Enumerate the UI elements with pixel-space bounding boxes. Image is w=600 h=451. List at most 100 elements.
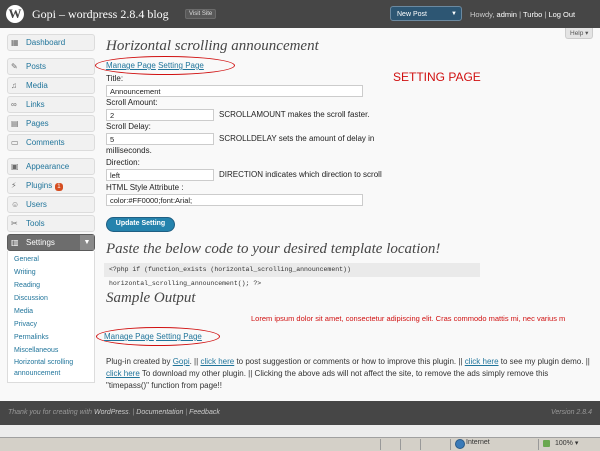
manage-page-link[interactable]: Manage Page [104,332,154,341]
menu-appearance[interactable]: ▣ Appearance [7,158,95,175]
separator: | [519,10,522,19]
menu-plugins[interactable]: ⚡ Plugins 1 [7,177,95,194]
template-code-snippet: <?php if (function_exists (horizontal_sc… [104,263,480,287]
title-input[interactable] [106,85,363,97]
submenu-writing[interactable]: Writing [14,266,94,279]
menu-label: Comments [26,138,65,147]
credits-text: . || [189,357,201,366]
help-button[interactable]: Help ▾ [565,28,594,39]
author-link[interactable]: Gopi [173,357,190,366]
visit-site-button[interactable]: Visit Site [185,9,217,19]
submenu-horizontal-scrolling-announcement[interactable]: Horizontal scrolling announcement [14,357,94,379]
submenu-reading[interactable]: Reading [14,279,94,292]
wordpress-logo-icon[interactable]: W [6,5,24,23]
menu-label: Links [26,100,45,109]
menu-dashboard[interactable]: ▦ Dashboard [7,34,95,51]
username-link[interactable]: admin [497,10,517,19]
setting-page-link[interactable]: Setting Page [156,332,202,341]
menu-links[interactable]: ∞ Links [7,96,95,113]
submenu-miscellaneous[interactable]: Miscellaneous [14,344,94,357]
update-count-badge: 1 [55,183,63,191]
credits-text: Plug-in created by [106,357,173,366]
comment-icon: ▭ [11,138,19,147]
menu-settings[interactable]: ▥ Settings ▼ [7,234,95,251]
site-title[interactable]: Gopi – wordpress 2.8.4 blog [32,7,169,22]
scroll-delay-description-cont: milliseconds. [106,146,152,155]
browser-status-bar: Internet 100% ▾ [0,437,600,451]
chevron-down-icon: ▼ [451,11,457,17]
scroll-delay-label: Scroll Delay: [106,122,151,131]
turbo-link[interactable]: Turbo [523,10,542,19]
credits-text: to see my plugin demo. || [498,357,590,366]
feedback-link[interactable]: Feedback [189,409,220,416]
favorite-actions-dropdown[interactable]: New Post ▼ [390,6,462,21]
menu-label: Users [26,200,47,209]
plugin-credits: Plug-in created by Gopi. || click here t… [106,356,593,392]
menu-label: Dashboard [26,38,66,47]
page-title: Horizontal scrolling announcement [106,38,319,54]
menu-media[interactable]: ♫ Media [7,77,95,94]
style-attribute-label: HTML Style Attribute : [106,183,184,192]
wordpress-link[interactable]: WordPress [94,409,129,416]
sample-output-title: Sample Output [106,290,196,306]
setting-page-link[interactable]: Setting Page [158,61,204,70]
update-setting-button[interactable]: Update Setting [106,217,175,232]
scroll-amount-label: Scroll Amount: [106,98,158,107]
help-label: Help [570,30,584,37]
menu-label: Pages [26,119,49,128]
page-bottom-strip [0,425,600,437]
code-section-title: Paste the below code to your desired tem… [106,241,441,257]
menu-label: Appearance [26,162,70,171]
menu-posts[interactable]: ✎ Posts [7,58,95,75]
manage-page-link[interactable]: Manage Page [106,61,156,70]
scroll-amount-description: SCROLLAMOUNT makes the scroll faster. [219,110,370,119]
security-zone: Internet [466,439,490,446]
user-info: Howdy, admin | Turbo | Log Out [470,10,575,19]
suggestion-link[interactable]: click here [200,357,234,366]
plugin-subnav-top: Manage Page Setting Page [106,61,204,70]
separator: | [544,10,547,19]
submenu-media[interactable]: Media [14,305,94,318]
protected-mode-icon [543,440,550,447]
menu-label: Posts [26,62,47,71]
submenu-general[interactable]: General [14,253,94,266]
submenu-permalinks[interactable]: Permalinks [14,331,94,344]
page-icon: ▤ [11,119,19,128]
scroll-delay-description: SCROLLDELAY sets the amount of delay in [219,134,375,143]
direction-input[interactable] [106,169,214,181]
submenu-privacy[interactable]: Privacy [14,318,94,331]
style-attribute-input[interactable] [106,194,363,206]
settings-icon: ▥ [11,238,19,247]
menu-pages[interactable]: ▤ Pages [7,115,95,132]
version-text: Version 2.8.4 [551,409,592,416]
scroll-delay-input[interactable] [106,133,214,145]
chevron-down-icon[interactable]: ▼ [80,235,94,250]
link-icon: ∞ [11,100,17,109]
credits-text: To download my other plugin. || Clicking… [106,369,549,390]
menu-label: Tools [26,219,45,228]
menu-label: Media [26,81,48,90]
menu-users[interactable]: ☺ Users [7,196,95,213]
admin-footer: Thank you for creating with WordPress. |… [0,401,600,425]
zoom-value: 100% [555,440,573,447]
admin-sidebar: ▦ Dashboard ✎ Posts ♫ Media ∞ Links ▤ Pages ▭… [7,34,95,383]
dashboard-icon: ▦ [11,38,19,47]
footer-credits: Thank you for creating with WordPress. |… [8,409,220,416]
users-icon: ☺ [11,200,20,209]
submenu-discussion[interactable]: Discussion [14,292,94,305]
documentation-link[interactable]: Documentation [136,409,183,416]
zoom-level[interactable]: 100% ▾ [555,439,578,447]
credits-text: to post suggestion or comments or how to… [234,357,465,366]
demo-link[interactable]: click here [465,357,499,366]
menu-comments[interactable]: ▭ Comments [7,134,95,151]
plugin-icon: ⚡ [11,181,17,190]
menu-tools[interactable]: ✂ Tools [7,215,95,232]
footer-thanks: Thank you for creating with [8,409,94,416]
media-icon: ♫ [11,81,17,90]
scroll-amount-input[interactable] [106,109,214,121]
menu-label: Plugins [26,181,53,190]
globe-icon [455,439,465,449]
tools-icon: ✂ [11,219,18,228]
download-link[interactable]: click here [106,369,140,378]
logout-link[interactable]: Log Out [548,10,575,19]
